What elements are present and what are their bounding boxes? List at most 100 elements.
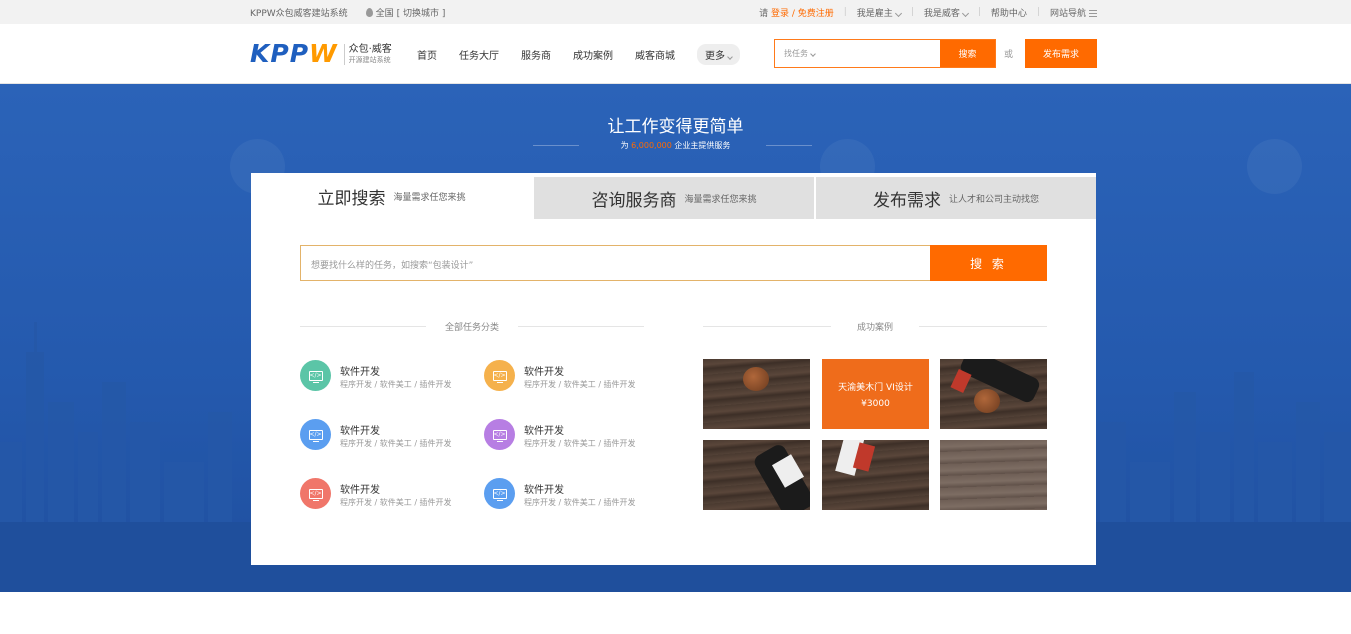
category-item[interactable]: </> 软件开发 程序开发 / 软件美工 / 插件开发 [300, 419, 470, 451]
tab-subtitle: 海量需求任您来挑 [684, 194, 757, 205]
nav-item-cases[interactable]: 成功案例 [573, 47, 613, 62]
panel-tabs: 立即搜索 海量需求任您来挑 咨询服务商 海量需求任您来挑 发布需求 让人才和公司… [251, 173, 1096, 219]
search-type-label: 找任务 [784, 49, 808, 58]
category-desc: 程序开发 / 软件美工 / 插件开发 [340, 380, 452, 389]
employer-label: 我是雇主 [856, 8, 893, 19]
category-name: 软件开发 [340, 426, 380, 437]
sub-suffix: 企业主提供服务 [674, 141, 731, 150]
switch-city-link[interactable]: [ 切换城市 ] [397, 6, 446, 19]
chevron-down-icon [727, 53, 733, 60]
logo-text-a: KPP [250, 39, 310, 68]
category-icon-circle: </> [300, 419, 331, 450]
nav-item-mall[interactable]: 威客商城 [635, 47, 675, 62]
main-nav: 首页 任务大厅 服务商 成功案例 威客商城 更多 [417, 24, 740, 84]
login-link[interactable]: 登录 [771, 9, 789, 19]
logo-subtitle: 众包·威客 开源建站系统 [343, 43, 392, 65]
case-thumbnail[interactable] [940, 359, 1047, 429]
location-label: 全国 [375, 8, 394, 19]
nav-item-home[interactable]: 首页 [417, 47, 437, 62]
search-type-select[interactable]: 找任务 [784, 48, 816, 59]
nav-more-button[interactable]: 更多 [697, 43, 740, 65]
category-icon-circle: </> [484, 478, 515, 509]
category-name: 软件开发 [524, 367, 564, 378]
category-icon-circle: </> [484, 360, 515, 391]
task-search-input[interactable]: 想要找什么样的任务，如搜索“包装设计” [311, 258, 473, 271]
case-thumbnail[interactable] [822, 440, 929, 510]
category-desc: 程序开发 / 软件美工 / 插件开发 [524, 380, 636, 389]
cases-heading: 成功案例 [856, 323, 893, 333]
employer-menu[interactable]: 我是雇主 [856, 6, 902, 19]
divider: | [843, 7, 847, 17]
tab-post-demand[interactable]: 发布需求 让人才和公司主动找您 [816, 177, 1096, 219]
logo-sub-a: 众包·威客 [348, 43, 392, 55]
help-center-link[interactable]: 帮助中心 [991, 6, 1027, 19]
category-name: 软件开发 [524, 485, 564, 496]
monitor-code-icon: </> [492, 429, 507, 442]
category-item[interactable]: </> 软件开发 程序开发 / 软件美工 / 插件开发 [300, 360, 470, 392]
divider [703, 326, 831, 327]
wine-bottle-image [958, 359, 1042, 405]
search-panel: 立即搜索 海量需求任您来挑 咨询服务商 海量需求任您来挑 发布需求 让人才和公司… [251, 173, 1096, 565]
site-logo[interactable]: KPPW 众包·威客 开源建站系统 [250, 39, 392, 68]
banner-subtitle: 为 6,000,000 企业主提供服务 [0, 140, 1351, 151]
category-desc: 程序开发 / 软件美工 / 插件开发 [524, 498, 636, 507]
banner-slogan: 让工作变得更简单 [607, 117, 744, 137]
pinecone-image [743, 367, 769, 391]
logo-sub-b: 开源建站系统 [348, 55, 391, 64]
case-thumbnail[interactable] [703, 440, 810, 510]
category-icon-circle: </> [300, 478, 331, 509]
case-thumbnail[interactable] [940, 440, 1047, 510]
task-search-button[interactable]: 搜 索 [930, 245, 1047, 281]
pinecone-image [974, 389, 1000, 413]
chevron-down-icon [894, 9, 902, 17]
please-text: 请 [759, 8, 769, 19]
category-name: 软件开发 [524, 426, 564, 437]
category-icon-circle: </> [300, 360, 331, 391]
tab-subtitle: 让人才和公司主动找您 [948, 194, 1039, 205]
auth-slash: / [788, 8, 798, 19]
location-selector[interactable]: 全国 [ 切换城市 ] [365, 6, 446, 19]
tab-title: 立即搜索 [317, 188, 386, 209]
tab-search-now[interactable]: 立即搜索 海量需求任您来挑 [251, 173, 532, 219]
site-name: KPPW众包威客建站系统 [250, 8, 348, 19]
category-desc: 程序开发 / 软件美工 / 插件开发 [340, 498, 452, 507]
witkey-label: 我是威客 [923, 8, 960, 19]
nav-more-label: 更多 [705, 50, 725, 62]
divider [919, 326, 1047, 327]
category-item[interactable]: </> 软件开发 程序开发 / 软件美工 / 插件开发 [484, 478, 654, 510]
top-bar: KPPW众包威客建站系统 全国 [ 切换城市 ] 请 登录 / 免费注册 | 我… [0, 0, 1351, 24]
monitor-code-icon: </> [308, 429, 323, 442]
header-search: 找任务 搜索 [774, 39, 996, 68]
main-header: KPPW 众包·威客 开源建站系统 首页 任务大厅 服务商 成功案例 威客商城 … [0, 24, 1351, 84]
category-item[interactable]: </> 软件开发 程序开发 / 软件美工 / 插件开发 [300, 478, 470, 510]
tab-title: 发布需求 [872, 190, 941, 211]
logo-text-b: W [309, 39, 338, 68]
header-search-button[interactable]: 搜索 [940, 40, 995, 67]
divider: | [910, 7, 914, 17]
category-desc: 程序开发 / 软件美工 / 插件开发 [340, 439, 452, 448]
task-search-bar: 想要找什么样的任务，如搜索“包装设计” 搜 索 [300, 245, 1047, 281]
site-nav-menu[interactable]: 网站导航 [1050, 6, 1097, 19]
logo-mark: KPPW [250, 39, 338, 68]
category-item[interactable]: </> 软件开发 程序开发 / 软件美工 / 插件开发 [484, 419, 654, 451]
case-thumbnail[interactable] [703, 359, 810, 429]
bottle-label-image [950, 368, 972, 394]
register-link[interactable]: 免费注册 [798, 9, 834, 19]
nav-item-providers[interactable]: 服务商 [521, 47, 551, 62]
divider: | [1036, 7, 1040, 17]
case-thumbnail-highlighted[interactable]: 天渝美木门 VI设计 ¥3000 [822, 359, 929, 429]
category-item[interactable]: </> 软件开发 程序开发 / 软件美工 / 插件开发 [484, 360, 654, 392]
tab-title: 咨询服务商 [591, 190, 677, 211]
tab-consult-provider[interactable]: 咨询服务商 海量需求任您来挑 [534, 177, 814, 219]
post-demand-button[interactable]: 发布需求 [1025, 39, 1097, 68]
monitor-code-icon: </> [492, 370, 507, 383]
witkey-menu[interactable]: 我是威客 [923, 6, 969, 19]
monitor-code-icon: </> [492, 488, 507, 501]
or-text: 或 [1004, 50, 1014, 60]
category-name: 软件开发 [340, 485, 380, 496]
case-title: 天渝美木门 VI设计 [838, 382, 913, 393]
location-pin-icon [365, 7, 373, 17]
category-desc: 程序开发 / 软件美工 / 插件开发 [524, 439, 636, 448]
nav-item-task-hall[interactable]: 任务大厅 [459, 47, 499, 62]
chevron-down-icon [961, 9, 969, 17]
